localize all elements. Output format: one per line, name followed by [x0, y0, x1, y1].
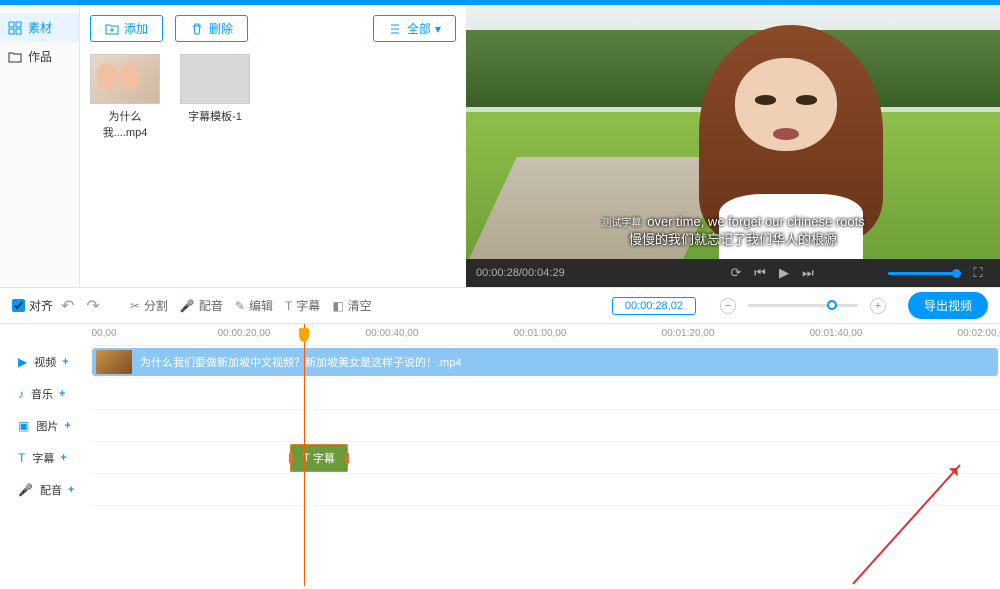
plus-icon[interactable]: +	[64, 420, 70, 432]
sidebar-tab-material[interactable]: 素材	[0, 13, 79, 42]
volume-slider[interactable]	[888, 272, 958, 275]
zoom-in-button[interactable]: +	[870, 298, 886, 314]
sidebar-tab-label: 素材	[28, 19, 52, 36]
music-icon: ♪	[18, 387, 24, 401]
mic-icon: 🎤	[18, 483, 33, 497]
video-icon: ▶	[18, 355, 27, 369]
clip-title: 为什么我们要做新加坡中文视频？新加坡美女是这样子说的！.mp4	[140, 354, 461, 370]
subtitle-zh: 慢慢的我们就忘记了我们华人的根源	[466, 231, 1000, 249]
redo-icon[interactable]: ↷	[82, 296, 103, 316]
dub-button[interactable]: 🎤配音	[180, 297, 223, 314]
eraser-icon: ◧	[332, 299, 343, 313]
pencil-icon: ✎	[235, 299, 245, 313]
thumb-label: 字幕模板-1	[180, 108, 250, 124]
image-icon: ▣	[18, 419, 29, 433]
plus-icon[interactable]: +	[60, 452, 66, 464]
export-button[interactable]: 导出视频	[908, 292, 988, 319]
list-icon	[388, 21, 402, 36]
track-labels: ▶视频+ ♪音乐+ ▣图片+ T字幕+ 🎤配音+	[0, 324, 92, 586]
media-thumb[interactable]: 为什么我....mp4	[90, 54, 160, 140]
text-icon: T	[285, 299, 292, 313]
scissors-icon: ✂	[130, 299, 140, 313]
mic-icon: 🎤	[180, 299, 195, 313]
grid-icon	[8, 21, 22, 35]
audio-track[interactable]	[92, 378, 1000, 410]
play-icon[interactable]: ▶	[772, 265, 796, 281]
timeline: ▶视频+ ♪音乐+ ▣图片+ T字幕+ 🎤配音+ 00,00 00:00:20,…	[0, 324, 1000, 586]
delete-button[interactable]: 删除	[175, 15, 248, 42]
video-preview[interactable]: 测试字幕over time, we forget our chinese roo…	[466, 5, 1000, 259]
undo-icon[interactable]: ↶	[57, 296, 78, 316]
preview-subtitles: 测试字幕over time, we forget our chinese roo…	[466, 213, 1000, 249]
timeline-toolbar: 对齐 ↶ ↷ ✂分割 🎤配音 ✎编辑 T字幕 ◧清空 00:00:28,02 −…	[0, 288, 1000, 324]
subtitle-en: over time, we forget our chinese roots	[647, 214, 865, 229]
thumb-preview	[180, 54, 250, 104]
playback-controls: 00:00:28/00:04:29 ⟳ ⏮ ▶ ⏭ ⛶	[466, 259, 1000, 287]
thumb-preview	[90, 54, 160, 104]
tracks-area[interactable]: 00,00 00:00:20,00 00:00:40,00 00:01:00,0…	[92, 324, 1000, 586]
plus-icon[interactable]: +	[68, 484, 74, 496]
text-icon: T	[18, 451, 25, 465]
preview-panel: 测试字幕over time, we forget our chinese roo…	[466, 5, 1000, 287]
filter-label: 全部	[407, 20, 431, 37]
left-sidebar: 素材 作品	[0, 5, 80, 287]
sidebar-tab-works[interactable]: 作品	[0, 42, 79, 71]
clip-thumb	[96, 350, 132, 374]
next-icon[interactable]: ⏭	[796, 265, 820, 281]
add-label: 添加	[124, 20, 148, 37]
subtitle-clip[interactable]: T 字幕	[290, 444, 348, 472]
loop-icon[interactable]: ⟳	[724, 265, 748, 281]
thumb-label: 为什么我....mp4	[90, 108, 160, 140]
folder-plus-icon	[105, 21, 119, 36]
track-label-video[interactable]: ▶视频+	[0, 346, 92, 378]
delete-label: 删除	[209, 20, 233, 37]
media-thumb[interactable]: 字幕模板-1	[180, 54, 250, 140]
plus-icon[interactable]: +	[59, 388, 65, 400]
timecode-display[interactable]: 00:00:28,02	[612, 297, 696, 315]
caption-button[interactable]: T字幕	[285, 297, 320, 314]
subtitle-track[interactable]: T 字幕	[92, 442, 1000, 474]
track-label-voice[interactable]: 🎤配音+	[0, 474, 92, 506]
edit-button[interactable]: ✎编辑	[235, 297, 273, 314]
video-track[interactable]: 为什么我们要做新加坡中文视频？新加坡美女是这样子说的！.mp4	[92, 346, 1000, 378]
track-label-image[interactable]: ▣图片+	[0, 410, 92, 442]
track-label-audio[interactable]: ♪音乐+	[0, 378, 92, 410]
time-display: 00:00:28/00:04:29	[476, 267, 565, 279]
voice-track[interactable]	[92, 474, 1000, 506]
playhead[interactable]	[304, 324, 305, 586]
thumbnail-grid: 为什么我....mp4 字幕模板-1	[90, 54, 456, 140]
zoom-slider[interactable]	[748, 304, 858, 307]
material-panel: 添加 删除 全部 ▾ 为什么我....mp4 字幕模板-1	[80, 5, 466, 287]
chevron-down-icon: ▾	[435, 22, 441, 36]
image-track[interactable]	[92, 410, 1000, 442]
clear-button[interactable]: ◧清空	[332, 297, 371, 314]
filter-all-button[interactable]: 全部 ▾	[373, 15, 456, 42]
video-clip[interactable]: 为什么我们要做新加坡中文视频？新加坡美女是这样子说的！.mp4	[92, 348, 998, 376]
align-checkbox[interactable]: 对齐	[12, 297, 53, 314]
zoom-out-button[interactable]: −	[720, 298, 736, 314]
folder-icon	[8, 50, 22, 64]
prev-icon[interactable]: ⏮	[748, 265, 772, 281]
time-ruler[interactable]: 00,00 00:00:20,00 00:00:40,00 00:01:00,0…	[92, 324, 1000, 346]
trash-icon	[190, 21, 204, 36]
add-button[interactable]: 添加	[90, 15, 163, 42]
plus-icon[interactable]: +	[62, 356, 68, 368]
split-button[interactable]: ✂分割	[130, 297, 168, 314]
sidebar-tab-label: 作品	[28, 48, 52, 65]
track-label-subtitle[interactable]: T字幕+	[0, 442, 92, 474]
fullscreen-icon[interactable]: ⛶	[966, 265, 990, 281]
